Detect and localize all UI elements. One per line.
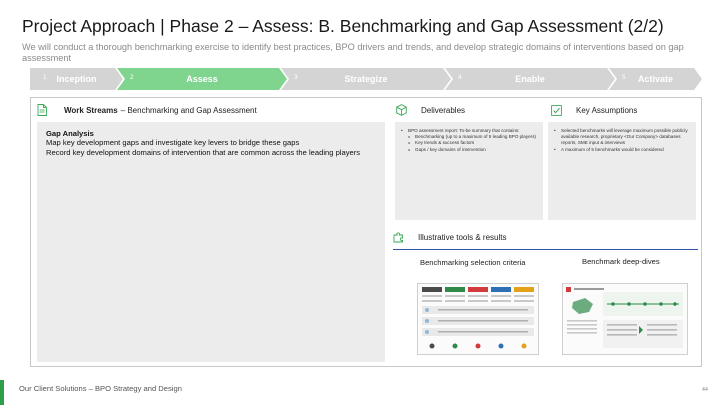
content-panel: Work Streams – Benchmarking and Gap Asse…: [30, 97, 702, 367]
work-streams-header: Work Streams – Benchmarking and Gap Asse…: [37, 102, 257, 118]
gap-analysis-title: Gap Analysis: [46, 129, 94, 138]
phase-strategize[interactable]: 3 Strategize: [281, 68, 451, 90]
phase-label: Assess: [186, 74, 218, 84]
footer-text: Our Client Solutions – BPO Strategy and …: [19, 384, 182, 393]
deliverables-header: Deliverables: [396, 102, 465, 118]
phase-number: 1: [43, 74, 47, 81]
deliverables-box: BPO assessment report: To-be summary tha…: [395, 122, 543, 220]
puzzle-icon: [393, 232, 403, 243]
tools-title: Illustrative tools & results: [418, 232, 507, 242]
phase-label: Strategize: [344, 74, 388, 84]
tool-caption: Benchmark deep-dives: [582, 257, 660, 266]
deliverables-title: Deliverables: [421, 105, 466, 115]
work-streams-title: Work Streams: [64, 105, 118, 115]
footer-accent-bar: [0, 380, 4, 405]
checkbox-icon: [551, 104, 562, 116]
page-subtitle: We will conduct a thorough benchmarking …: [22, 42, 684, 63]
phase-activate[interactable]: 5 Activate: [609, 68, 702, 90]
work-streams-subtitle: – Benchmarking and Gap Assessment: [120, 105, 257, 115]
deliverable-subitem: Gaps / key domains of intervention: [401, 147, 537, 153]
phase-inception[interactable]: 1 Inception: [30, 68, 123, 90]
document-icon: [37, 104, 47, 116]
assumptions-header: Key Assumptions: [551, 102, 637, 118]
gap-analysis-line: Record key development domains of interv…: [46, 148, 361, 157]
phase-progress-bar: 1 Inception 2 Assess 3 Strategize 4 Enab…: [30, 68, 702, 90]
cube-icon: [396, 104, 407, 116]
tool-caption: Benchmarking selection criteria: [420, 258, 526, 267]
phase-number: 3: [294, 74, 298, 81]
assumptions-box: Selected benchmarks will leverage maximu…: [548, 122, 696, 220]
benchmarking-criteria-thumbnail: [417, 283, 539, 355]
criteria-table-image: [422, 287, 534, 349]
page-title: Project Approach | Phase 2 – Assess: B. …: [22, 16, 664, 36]
benchmark-deep-dive-thumbnail: [562, 283, 688, 355]
assumption-item: Selected benchmarks will leverage maximu…: [554, 128, 690, 147]
deep-dive-image: [566, 287, 683, 348]
tools-divider: [393, 249, 698, 250]
phase-label: Enable: [515, 74, 545, 84]
assumptions-title: Key Assumptions: [576, 105, 638, 115]
page-number: 44: [701, 387, 708, 393]
phase-number: 5: [622, 74, 626, 81]
phase-assess[interactable]: 2 Assess: [117, 68, 287, 90]
phase-number: 2: [130, 74, 134, 81]
phase-number: 4: [458, 74, 462, 81]
tools-header: Illustrative tools & results: [393, 230, 506, 244]
phase-enable[interactable]: 4 Enable: [445, 68, 615, 90]
work-streams-box: Gap Analysis Map key development gaps an…: [37, 122, 385, 362]
assumption-item: A maximum of 5 benchmarks would be consi…: [554, 147, 690, 153]
gap-analysis-line: Map key development gaps and investigate…: [46, 138, 300, 147]
